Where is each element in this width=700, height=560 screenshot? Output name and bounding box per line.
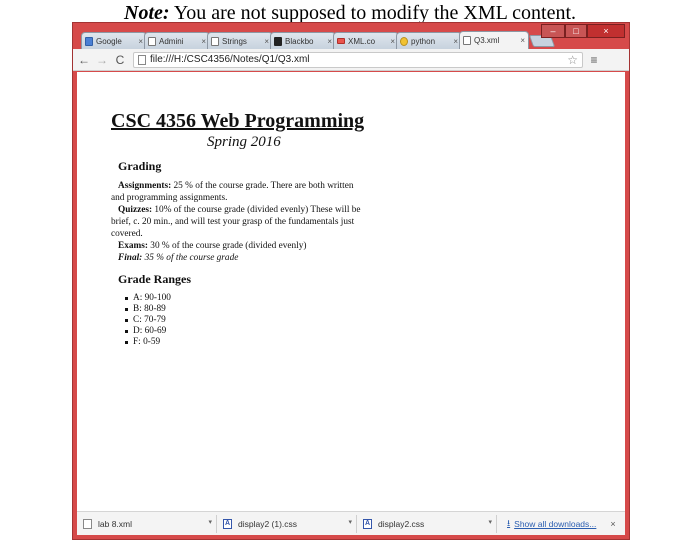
close-icon[interactable]: × [327, 37, 332, 46]
file-icon [83, 518, 92, 529]
course-term: Spring 2016 [207, 134, 281, 150]
bookmark-star-icon[interactable]: ☆ [567, 53, 578, 67]
tab-q3-xml[interactable]: Q3.xml × [459, 31, 529, 49]
list-item: F: 0-59 [125, 337, 365, 348]
browser-toolbar: ← → C file:///H:/CSC4356/Notes/Q1/Q3.xml… [73, 49, 629, 71]
page-icon [211, 36, 219, 46]
tab-label: Google [96, 36, 122, 46]
exams-label: Exams: [118, 241, 148, 251]
window-controls: – □ × [541, 24, 625, 38]
tab-google[interactable]: Google × [81, 32, 147, 49]
google-icon [85, 36, 93, 46]
downloads-bar: lab 8.xml ▾ A display2 (1).css ▾ A displ… [77, 511, 625, 535]
download-arrow-icon: ⭳ [507, 517, 511, 528]
menu-icon[interactable]: ≡ [587, 53, 601, 67]
close-icon[interactable]: × [390, 37, 395, 46]
exams-text: 30 % of the course grade (divided evenly… [147, 241, 307, 251]
page-icon [463, 36, 471, 45]
course-title: CSC 4356 Web Programming [111, 110, 365, 132]
final-text: 35 % of the course grade [142, 253, 239, 263]
back-button[interactable]: ← [77, 52, 91, 68]
close-icon[interactable]: × [610, 519, 615, 529]
chevron-down-icon[interactable]: ▾ [208, 518, 212, 526]
page-icon [148, 36, 156, 46]
tab-label: python [411, 36, 436, 46]
grading-heading: Grading [118, 159, 162, 173]
tab-xml-com[interactable]: XML.co × [333, 32, 399, 49]
list-item: B: 80-89 [125, 304, 365, 315]
download-filename: display2.css [378, 518, 425, 529]
note-label: Note: [124, 2, 170, 24]
tab-strip: Google × Admini × Strings × Blackbo × XM… [73, 23, 629, 49]
page-viewport: CSC 4356 Web Programming Spring 2016 Gra… [77, 72, 625, 515]
list-item: D: 60-69 [125, 326, 365, 337]
maximize-button[interactable]: □ [565, 24, 587, 38]
list-item: A: 90-100 [125, 293, 365, 304]
close-icon[interactable]: × [520, 36, 525, 45]
browser-window: Google × Admini × Strings × Blackbo × XM… [72, 22, 630, 540]
css-file-icon: A [223, 518, 232, 529]
download-filename: display2 (1).css [238, 518, 298, 529]
tab-blackboard[interactable]: Blackbo × [270, 32, 336, 49]
python-icon [400, 36, 408, 46]
grading-details: Assignments: 25 % of the course grade. T… [111, 180, 365, 264]
download-filename: lab 8.xml [98, 518, 133, 529]
show-all-downloads-link[interactable]: ⭳ Show all downloads... [507, 516, 596, 532]
page-icon [138, 54, 146, 65]
note-text: You are not supposed to modify the XML c… [173, 2, 576, 24]
tab-label: Blackbo [285, 36, 314, 46]
close-icon[interactable]: × [453, 37, 458, 46]
chevron-down-icon[interactable]: ▾ [488, 518, 492, 526]
close-icon[interactable]: × [264, 37, 269, 46]
tab-label: XML.co [348, 36, 376, 46]
tab-label: Admini [159, 36, 184, 46]
css-file-icon: A [363, 518, 372, 529]
grade-ranges-list: A: 90-100 B: 80-89 C: 70-79 D: 60-69 F: … [125, 293, 365, 348]
xml-document: CSC 4356 Web Programming Spring 2016 Gra… [111, 110, 365, 348]
download-item-display2[interactable]: A display2.css ▾ [357, 514, 497, 533]
assignments-label: Assignments: [118, 181, 172, 191]
tab-label: Q3.xml [474, 36, 500, 45]
url-text: file:///H:/CSC4356/Notes/Q1/Q3.xml [150, 54, 310, 65]
download-item-display2-1[interactable]: A display2 (1).css ▾ [217, 514, 357, 533]
close-icon[interactable]: × [138, 37, 143, 46]
quizzes-label: Quizzes: [118, 205, 153, 215]
xml-icon [337, 38, 345, 44]
tab-admin[interactable]: Admini × [144, 32, 210, 49]
chevron-down-icon[interactable]: ▾ [348, 518, 352, 526]
window-close-button[interactable]: × [587, 24, 625, 38]
minimize-button[interactable]: – [541, 24, 565, 38]
forward-button[interactable]: → [95, 52, 109, 68]
tab-label: Strings [222, 36, 247, 46]
tab-strings[interactable]: Strings × [207, 32, 273, 49]
address-bar[interactable]: file:///H:/CSC4356/Notes/Q1/Q3.xml ☆ [133, 51, 583, 68]
tab-python[interactable]: python × [396, 32, 462, 49]
grade-ranges-heading: Grade Ranges [118, 272, 191, 286]
download-item-lab8[interactable]: lab 8.xml ▾ [77, 514, 217, 533]
final-label: Final: [118, 253, 143, 263]
show-all-label: Show all downloads... [514, 518, 597, 529]
blackboard-icon [274, 36, 282, 46]
close-icon[interactable]: × [201, 37, 206, 46]
list-item: C: 70-79 [125, 315, 365, 326]
reload-button[interactable]: C [113, 52, 127, 68]
